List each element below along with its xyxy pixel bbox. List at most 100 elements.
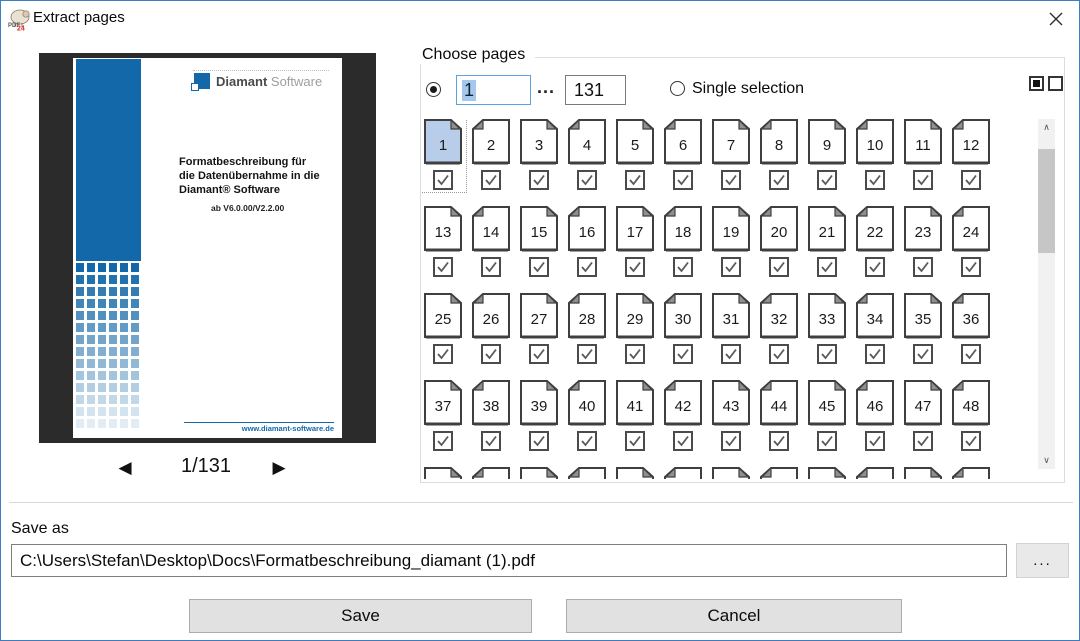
page-cell-39[interactable]: 39 [517,380,561,452]
page-cell-9[interactable]: 9 [805,119,849,191]
page-checkbox-38[interactable] [481,431,501,451]
page-cell-21[interactable]: 21 [805,206,849,278]
page-cell-35[interactable]: 35 [901,293,945,365]
page-cell-58[interactable]: 58 [853,467,897,479]
save-button[interactable]: Save [189,599,532,633]
cancel-button[interactable]: Cancel [566,599,902,633]
page-cell-6[interactable]: 6 [661,119,705,191]
page-checkbox-24[interactable] [961,257,981,277]
page-cell-48[interactable]: 48 [949,380,993,452]
page-checkbox-39[interactable] [529,431,549,451]
page-cell-57[interactable]: 57 [805,467,849,479]
page-cell-18[interactable]: 18 [661,206,705,278]
page-checkbox-29[interactable] [625,344,645,364]
page-checkbox-42[interactable] [673,431,693,451]
page-cell-55[interactable]: 55 [709,467,753,479]
page-cell-22[interactable]: 22 [853,206,897,278]
page-checkbox-41[interactable] [625,431,645,451]
deselect-all-icon[interactable] [1048,76,1063,91]
page-checkbox-17[interactable] [625,257,645,277]
page-cell-45[interactable]: 45 [805,380,849,452]
page-cell-5[interactable]: 5 [613,119,657,191]
page-cell-51[interactable]: 51 [517,467,561,479]
page-checkbox-11[interactable] [913,170,933,190]
page-cell-14[interactable]: 14 [469,206,513,278]
page-checkbox-8[interactable] [769,170,789,190]
page-cell-38[interactable]: 38 [469,380,513,452]
scroll-down-button[interactable]: ∨ [1038,452,1055,469]
page-cell-10[interactable]: 10 [853,119,897,191]
page-cell-46[interactable]: 46 [853,380,897,452]
page-cell-4[interactable]: 4 [565,119,609,191]
scroll-up-button[interactable]: ∧ [1038,119,1055,136]
page-checkbox-36[interactable] [961,344,981,364]
prev-page-button[interactable]: ◀ [113,458,137,478]
page-cell-33[interactable]: 33 [805,293,849,365]
page-cell-27[interactable]: 27 [517,293,561,365]
page-checkbox-18[interactable] [673,257,693,277]
page-cell-20[interactable]: 20 [757,206,801,278]
page-checkbox-44[interactable] [769,431,789,451]
page-checkbox-28[interactable] [577,344,597,364]
page-cell-47[interactable]: 47 [901,380,945,452]
page-cell-37[interactable]: 37 [421,380,465,452]
page-cell-34[interactable]: 34 [853,293,897,365]
page-cell-8[interactable]: 8 [757,119,801,191]
page-checkbox-22[interactable] [865,257,885,277]
page-checkbox-5[interactable] [625,170,645,190]
page-checkbox-19[interactable] [721,257,741,277]
page-cell-28[interactable]: 28 [565,293,609,365]
page-cell-43[interactable]: 43 [709,380,753,452]
page-checkbox-34[interactable] [865,344,885,364]
page-cell-25[interactable]: 25 [421,293,465,365]
page-checkbox-37[interactable] [433,431,453,451]
select-all-icon[interactable] [1029,76,1044,91]
page-cell-44[interactable]: 44 [757,380,801,452]
page-cell-16[interactable]: 16 [565,206,609,278]
page-checkbox-47[interactable] [913,431,933,451]
page-cell-24[interactable]: 24 [949,206,993,278]
page-checkbox-1[interactable] [433,170,453,190]
page-cell-7[interactable]: 7 [709,119,753,191]
page-cell-1[interactable]: 1 [421,119,465,191]
page-cell-19[interactable]: 19 [709,206,753,278]
page-checkbox-3[interactable] [529,170,549,190]
page-checkbox-46[interactable] [865,431,885,451]
page-checkbox-2[interactable] [481,170,501,190]
page-checkbox-26[interactable] [481,344,501,364]
close-button[interactable] [1045,8,1067,30]
page-cell-32[interactable]: 32 [757,293,801,365]
page-cell-42[interactable]: 42 [661,380,705,452]
page-cell-2[interactable]: 2 [469,119,513,191]
save-path-input[interactable]: C:\Users\Stefan\Desktop\Docs\Formatbesch… [11,544,1007,577]
page-checkbox-35[interactable] [913,344,933,364]
page-cell-41[interactable]: 41 [613,380,657,452]
page-cell-29[interactable]: 29 [613,293,657,365]
page-cell-56[interactable]: 56 [757,467,801,479]
page-checkbox-13[interactable] [433,257,453,277]
page-checkbox-25[interactable] [433,344,453,364]
page-checkbox-33[interactable] [817,344,837,364]
page-checkbox-48[interactable] [961,431,981,451]
page-cell-26[interactable]: 26 [469,293,513,365]
page-checkbox-45[interactable] [817,431,837,451]
single-selection-label[interactable]: Single selection [692,80,804,98]
page-cell-12[interactable]: 12 [949,119,993,191]
page-cell-17[interactable]: 17 [613,206,657,278]
page-checkbox-20[interactable] [769,257,789,277]
page-checkbox-7[interactable] [721,170,741,190]
page-checkbox-40[interactable] [577,431,597,451]
page-cell-15[interactable]: 15 [517,206,561,278]
page-checkbox-27[interactable] [529,344,549,364]
page-cell-30[interactable]: 30 [661,293,705,365]
page-checkbox-10[interactable] [865,170,885,190]
browse-button[interactable]: ... [1016,543,1069,578]
page-checkbox-31[interactable] [721,344,741,364]
page-checkbox-14[interactable] [481,257,501,277]
page-cell-49[interactable]: 49 [421,467,465,479]
page-checkbox-4[interactable] [577,170,597,190]
page-checkbox-23[interactable] [913,257,933,277]
page-cell-13[interactable]: 13 [421,206,465,278]
page-cell-52[interactable]: 52 [565,467,609,479]
page-checkbox-15[interactable] [529,257,549,277]
